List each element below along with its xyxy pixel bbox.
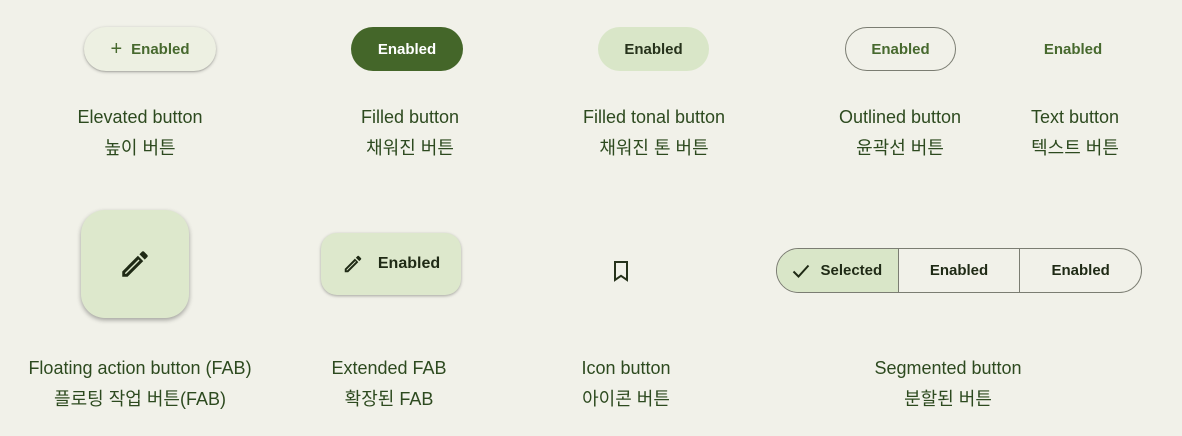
segment-enabled[interactable]: Enabled	[897, 249, 1020, 292]
outlined-button-label: Enabled	[871, 40, 930, 58]
elevated-button-label: Enabled	[131, 40, 190, 58]
check-icon	[793, 264, 810, 278]
elevated-button[interactable]: + Enabled	[84, 27, 216, 71]
filled-button[interactable]: Enabled	[351, 27, 463, 71]
filled-tonal-button[interactable]: Enabled	[598, 27, 709, 71]
caption-en: Floating action button (FAB)	[28, 358, 252, 378]
caption-en: Text button	[1030, 107, 1120, 127]
filled-tonal-button-label: Enabled	[624, 40, 683, 58]
caption-ko: 높이 버튼	[104, 138, 176, 158]
icon-button-caption: Icon button 아이콘 버튼	[556, 355, 696, 412]
caption-ko: 분할된 버튼	[904, 389, 992, 409]
pencil-icon	[122, 251, 148, 277]
floating-action-button[interactable]	[81, 210, 189, 318]
bookmark-icon	[614, 261, 628, 282]
plus-icon: +	[110, 38, 123, 60]
caption-en: Filled tonal button	[582, 107, 726, 127]
segment-enabled[interactable]: Enabled	[1019, 249, 1141, 292]
outlined-button[interactable]: Enabled	[845, 27, 956, 71]
text-button-label: Enabled	[1043, 40, 1103, 58]
segment-selected[interactable]: Selected	[777, 249, 898, 292]
extended-fab-caption: Extended FAB 확장된 FAB	[314, 355, 464, 412]
caption-en: Outlined button	[838, 107, 962, 127]
caption-en: Icon button	[581, 358, 671, 378]
elevated-button-caption: Elevated button 높이 버튼	[60, 104, 220, 161]
filled-button-label: Enabled	[377, 40, 437, 58]
caption-ko: 아이콘 버튼	[582, 389, 670, 409]
caption-en: Extended FAB	[331, 358, 447, 378]
segmented-button: Selected Enabled Enabled	[776, 248, 1142, 293]
segmented-button-caption: Segmented button 분할된 버튼	[858, 355, 1038, 412]
filled-tonal-button-caption: Filled tonal button 채워진 톤 버튼	[564, 104, 744, 161]
caption-ko: 텍스트 버튼	[1031, 138, 1119, 158]
caption-ko: 윤곽선 버튼	[856, 138, 944, 158]
segment-label: Selected	[820, 262, 883, 279]
segment-label: Enabled	[1051, 262, 1110, 279]
filled-button-caption: Filled button 채워진 버튼	[330, 104, 490, 161]
icon-button[interactable]	[600, 250, 642, 292]
caption-ko: 플로팅 작업 버튼(FAB)	[54, 389, 226, 409]
text-button[interactable]: Enabled	[1032, 27, 1114, 71]
fab-caption: Floating action button (FAB) 플로팅 작업 버튼(F…	[10, 355, 270, 412]
caption-en: Filled button	[360, 107, 460, 127]
caption-en: Segmented button	[874, 358, 1022, 378]
extended-fab-label: Enabled	[377, 255, 441, 272]
text-button-caption: Text button 텍스트 버튼	[1020, 104, 1130, 161]
outlined-button-caption: Outlined button 윤곽선 버튼	[820, 104, 980, 161]
caption-en: Elevated button	[77, 107, 203, 127]
caption-ko: 채워진 톤 버튼	[599, 138, 709, 158]
extended-fab[interactable]: Enabled	[321, 233, 461, 295]
pencil-icon	[344, 255, 362, 273]
segment-label: Enabled	[929, 262, 989, 279]
caption-ko: 채워진 버튼	[366, 138, 454, 158]
caption-ko: 확장된 FAB	[344, 389, 434, 409]
